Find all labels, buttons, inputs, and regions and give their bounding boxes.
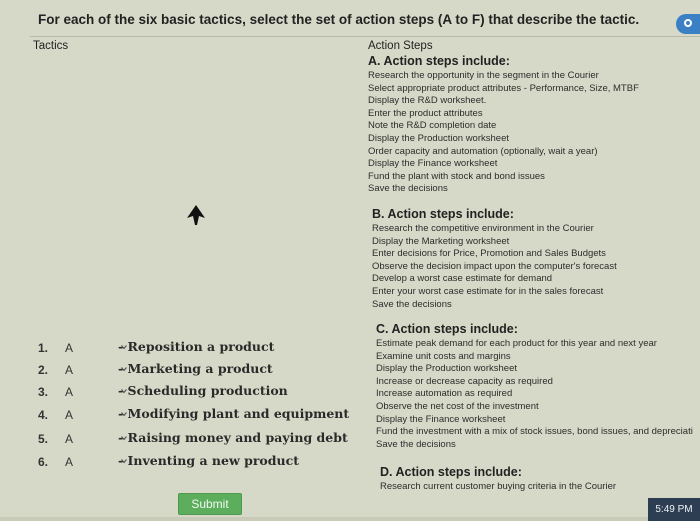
action-step: Display the R&D worksheet. [368,95,487,107]
selected-value: A [65,385,74,399]
action-block-title: C. Action steps include: [376,322,518,336]
action-block-b: B. Action steps include: Research the co… [372,207,617,311]
action-step: Estimate peak demand for each product fo… [376,338,657,349]
action-block-title: D. Action steps include: [380,465,522,479]
action-step: Display the Production worksheet [368,132,509,144]
action-step: Increase or decrease capacity as require… [376,375,553,387]
submit-button[interactable]: Submit [178,493,242,515]
action-step: Observe the net cost of the investment [376,400,539,412]
pointer-cursor-icon [187,205,205,225]
tactic-row-2: 2. A - Marketing a product [38,361,328,381]
action-block-title: A. Action steps include: [368,54,510,68]
question-text: For each of the six basic tactics, selec… [38,12,640,27]
action-step: Examine unit costs and margins [376,350,511,362]
action-step: Display the Marketing worksheet [372,235,510,247]
divider [30,36,700,37]
action-step: Save the decisions [368,183,448,195]
selected-value: A [65,341,74,355]
action-block-title: B. Action steps include: [372,207,514,221]
tactic-label: - Marketing a product [118,361,273,376]
tactic-row-1: 1. A - Reposition a product [38,339,328,359]
selected-value: A [65,408,74,422]
tactic-number: 2. [38,363,49,377]
tactic-row-6: 6. A - Inventing a new product [38,453,328,473]
action-step: Research the competitive environment in … [372,223,594,234]
tactic-number: 1. [38,341,49,355]
tactic-number: 6. [38,455,49,469]
tactic-row-4: 4. A - Modifying plant and equipment [38,406,349,426]
action-step: Enter decisions for Price, Promotion and… [372,248,606,260]
action-step: Note the R&D completion date [368,120,497,132]
action-step: Save the decisions [372,298,452,310]
tactic-label: - Raising money and paying debt [118,430,348,445]
selected-value: A [65,432,74,446]
action-step: Research current customer buying criteri… [380,481,617,492]
action-block-c: C. Action steps include: Estimate peak d… [376,322,693,451]
selected-value: A [65,363,74,377]
tactic-number: 4. [38,408,49,422]
action-step: Increase automation as required [376,388,513,400]
action-step: Enter the product attributes [368,107,483,119]
info-icon[interactable] [676,14,700,34]
action-step: Select appropriate product attributes - … [368,82,639,94]
action-step: Display the Production worksheet [376,363,517,375]
action-step: Display the Finance worksheet [376,413,506,425]
action-step: Fund the investment with a mix of stock … [376,426,693,438]
action-step: Save the decisions [376,438,456,450]
action-step: Enter your worst case estimate for in th… [372,285,604,297]
action-block-a: A. Action steps include: Research the op… [368,54,639,196]
tactic-row-3: 3. A - Scheduling production [38,383,328,403]
tactic-label: - Scheduling production [118,383,288,398]
tactic-number: 3. [38,385,49,399]
tactic-label: - Modifying plant and equipment [118,406,350,421]
action-steps-header: Action Steps [368,40,433,52]
taskbar-clock: 5:49 PM [648,498,700,521]
action-block-d: D. Action steps include: Research curren… [380,465,616,494]
tactic-row-5: 5. A - Raising money and paying debt [38,430,348,450]
action-step: Observe the decision impact upon the com… [372,260,617,272]
tactic-label: - Reposition a product [118,339,275,354]
action-step: Display the Finance worksheet [368,158,498,170]
action-step: Develop a worst case estimate for demand [372,273,553,285]
action-step: Research the opportunity in the segment … [368,70,599,81]
divider [0,517,700,521]
tactic-label: - Inventing a new product [118,453,299,468]
tactic-number: 5. [38,432,49,446]
selected-value: A [65,455,74,469]
action-step: Fund the plant with stock and bond issue… [368,170,545,182]
action-step: Order capacity and automation (optionall… [368,145,598,157]
tactics-header: Tactics [33,40,69,52]
